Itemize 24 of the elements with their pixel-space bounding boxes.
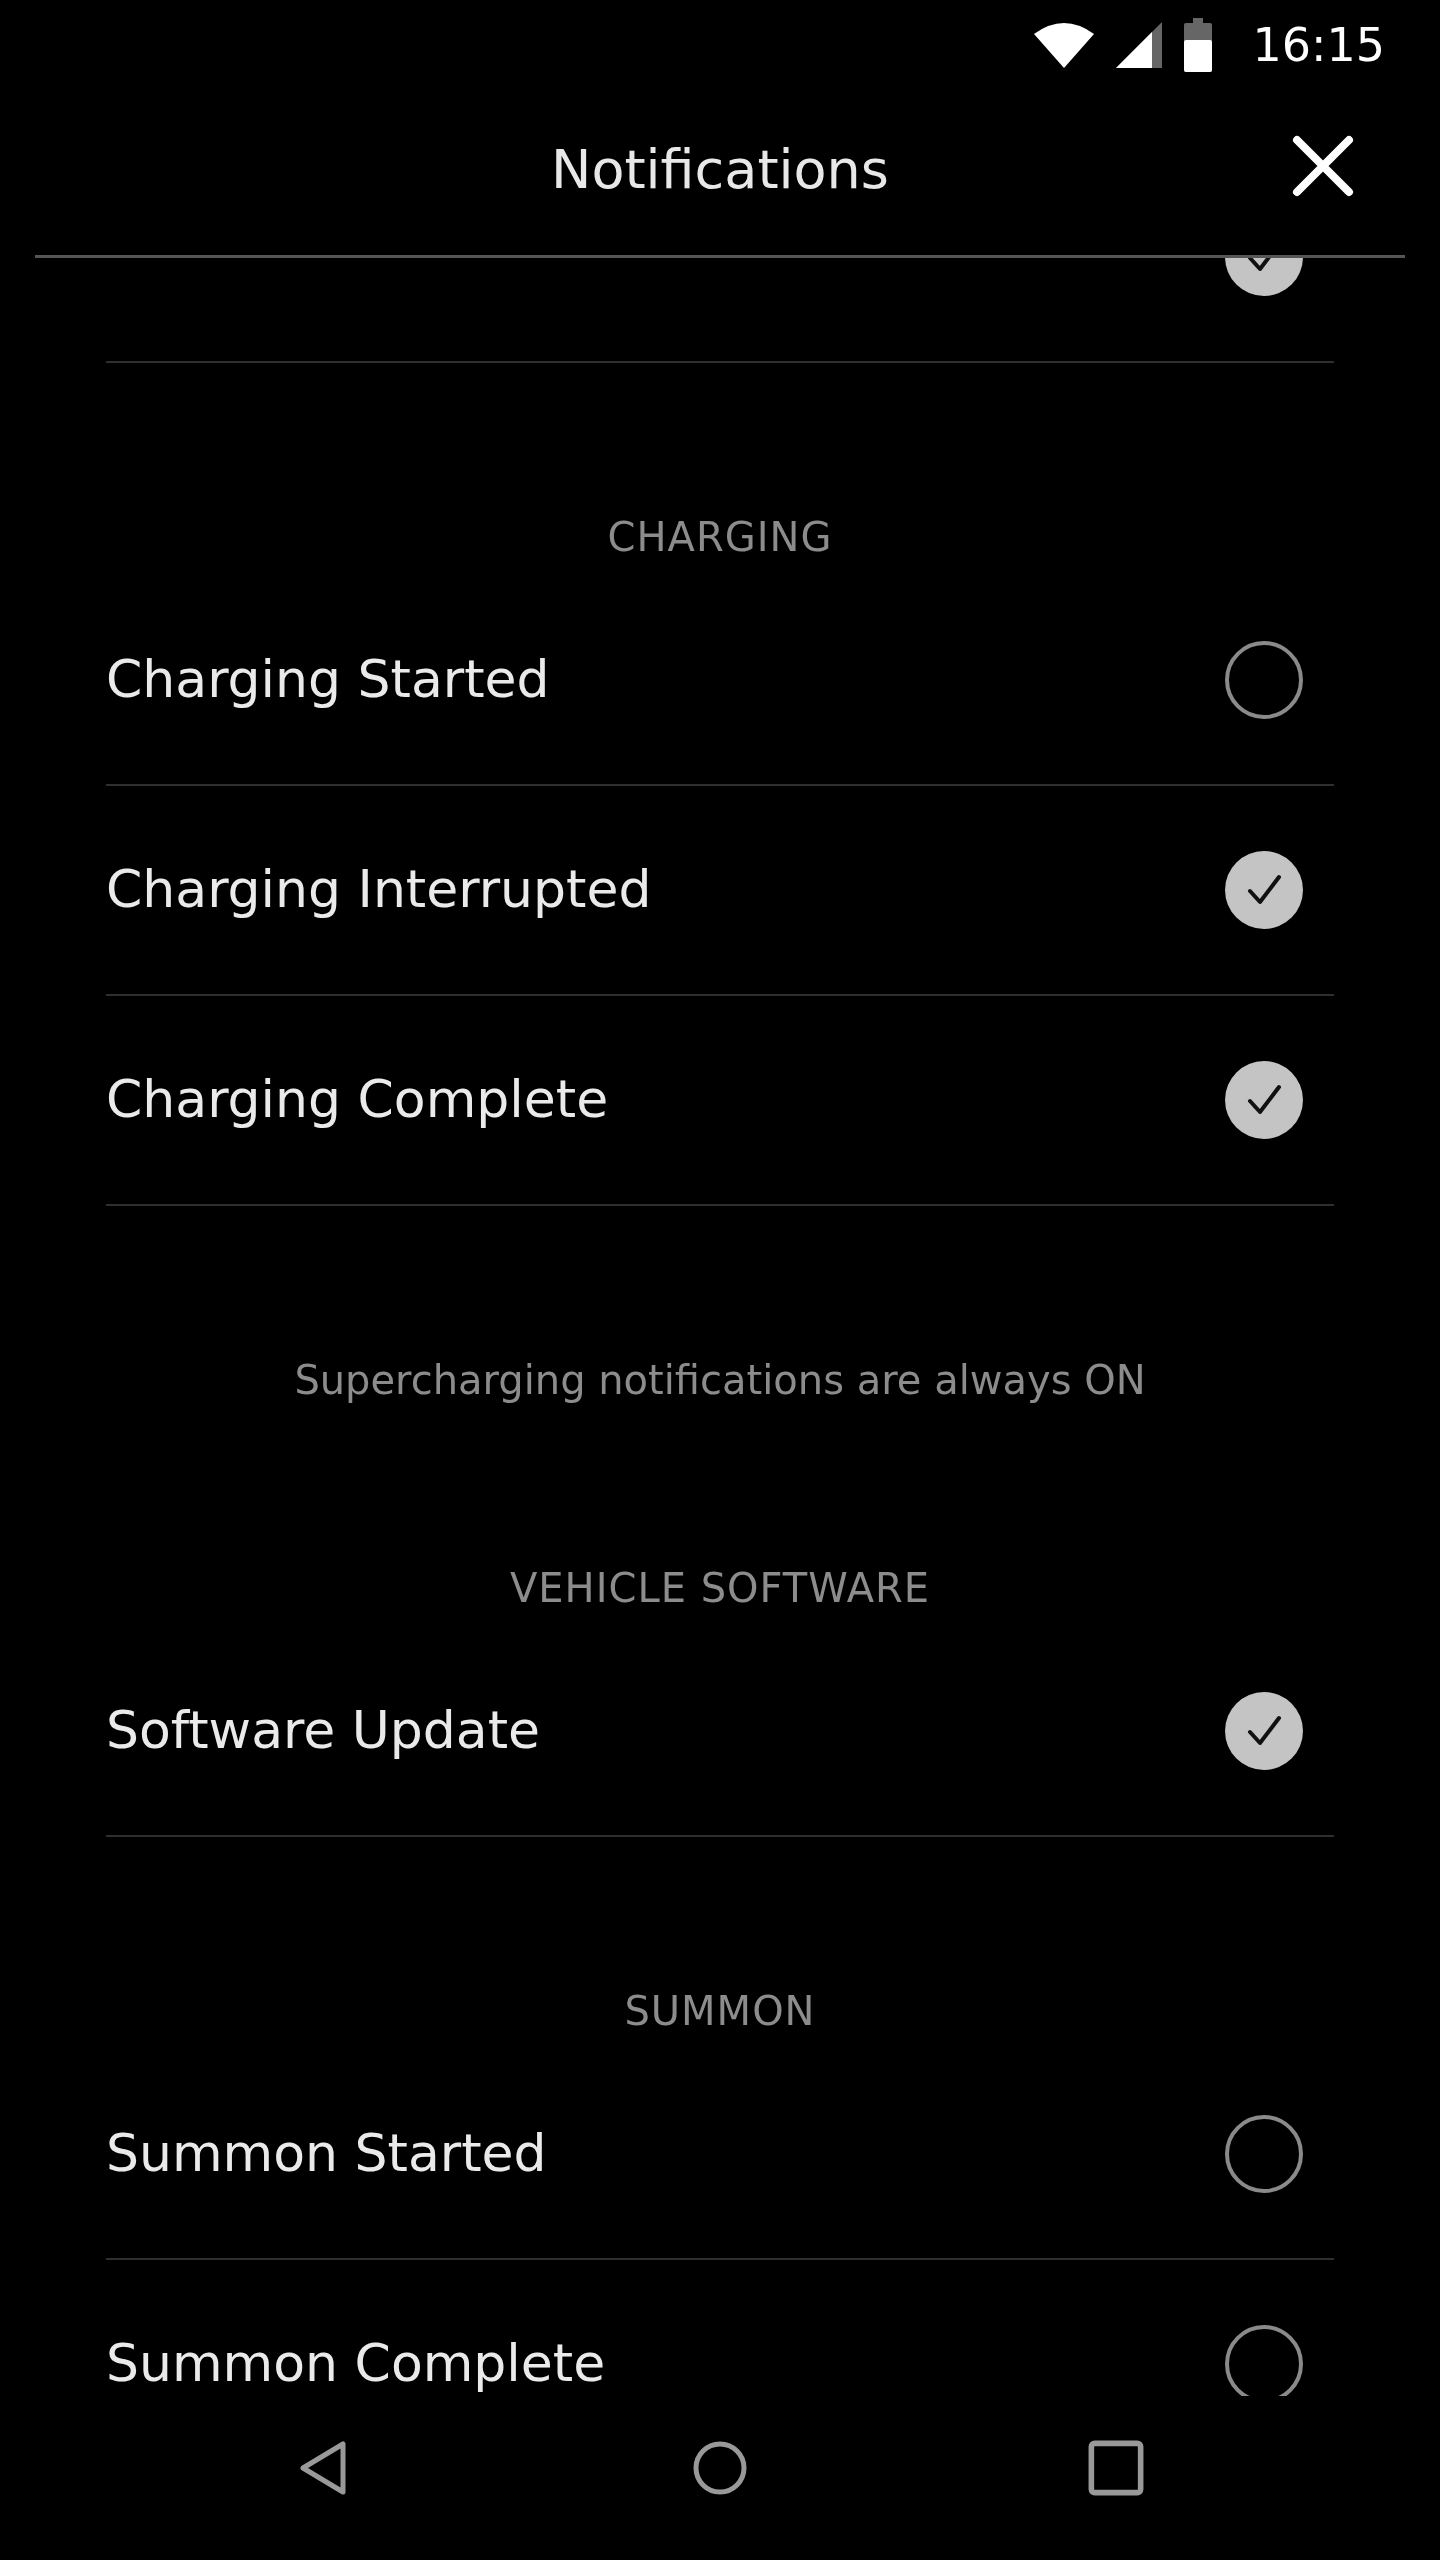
- home-icon[interactable]: [692, 2440, 748, 2496]
- section-heading: CHARGING: [607, 514, 833, 560]
- checkbox[interactable]: [1224, 1060, 1304, 1140]
- clock-time: 16:15: [1252, 18, 1385, 72]
- screen-title: Notifications: [551, 138, 889, 201]
- info-note: Supercharging notifications are always ON: [294, 1357, 1146, 1403]
- recents-icon[interactable]: [1088, 2440, 1144, 2496]
- checkbox[interactable]: [1224, 850, 1304, 930]
- notification-label: Charging Started: [106, 651, 550, 709]
- checkbox[interactable]: [1224, 640, 1304, 720]
- close-icon[interactable]: [1291, 134, 1355, 198]
- notification-label: Summon Complete: [106, 2335, 606, 2393]
- signal-icon: [1116, 22, 1163, 68]
- checkbox[interactable]: [1224, 2324, 1304, 2396]
- section-heading: SUMMON: [624, 1988, 816, 2034]
- battery-icon: [1184, 18, 1213, 72]
- section-heading: VEHICLE SOFTWARE: [509, 1565, 931, 1611]
- checkbox[interactable]: [1224, 1691, 1304, 1771]
- notification-label: Software Update: [106, 1702, 541, 1760]
- notification-label: Summon Started: [106, 2125, 547, 2183]
- checkbox[interactable]: [1224, 2114, 1304, 2194]
- notification-label: Charging Complete: [106, 1071, 609, 1129]
- wifi-icon: [1034, 22, 1095, 68]
- notification-label: Charging Interrupted: [106, 861, 652, 919]
